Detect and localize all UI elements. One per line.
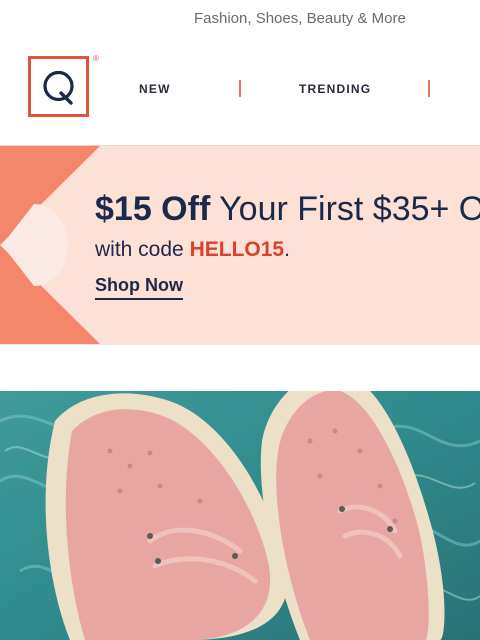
top-nav: NEW TRENDING — [0, 80, 480, 98]
header-tagline: Fashion, Shoes, Beauty & More — [194, 10, 406, 27]
banner-decoration — [0, 146, 100, 344]
promo-code: HELLO15 — [189, 238, 285, 261]
sneakers-photo — [0, 391, 480, 640]
promo-sub-suffix: . — [284, 238, 290, 261]
promo-sub-prefix: with code — [95, 238, 190, 261]
nav-link-new[interactable]: NEW — [139, 82, 171, 96]
promo-headline-bold: $15 Off — [95, 190, 211, 228]
promo-subline: with code HELLO15. — [95, 238, 290, 262]
shop-now-link[interactable]: Shop Now — [95, 275, 183, 300]
nav-divider — [428, 80, 430, 97]
promo-headline-rest: Your First $35+ O — [210, 190, 480, 228]
nav-divider — [239, 80, 241, 97]
nav-link-trending[interactable]: TRENDING — [299, 82, 371, 96]
hero-image[interactable] — [0, 391, 480, 640]
registered-mark: ® — [93, 54, 99, 63]
promo-banner[interactable]: $15 Off Your First $35+ O with code HELL… — [0, 145, 480, 345]
promo-headline: $15 Off Your First $35+ O — [95, 190, 480, 229]
